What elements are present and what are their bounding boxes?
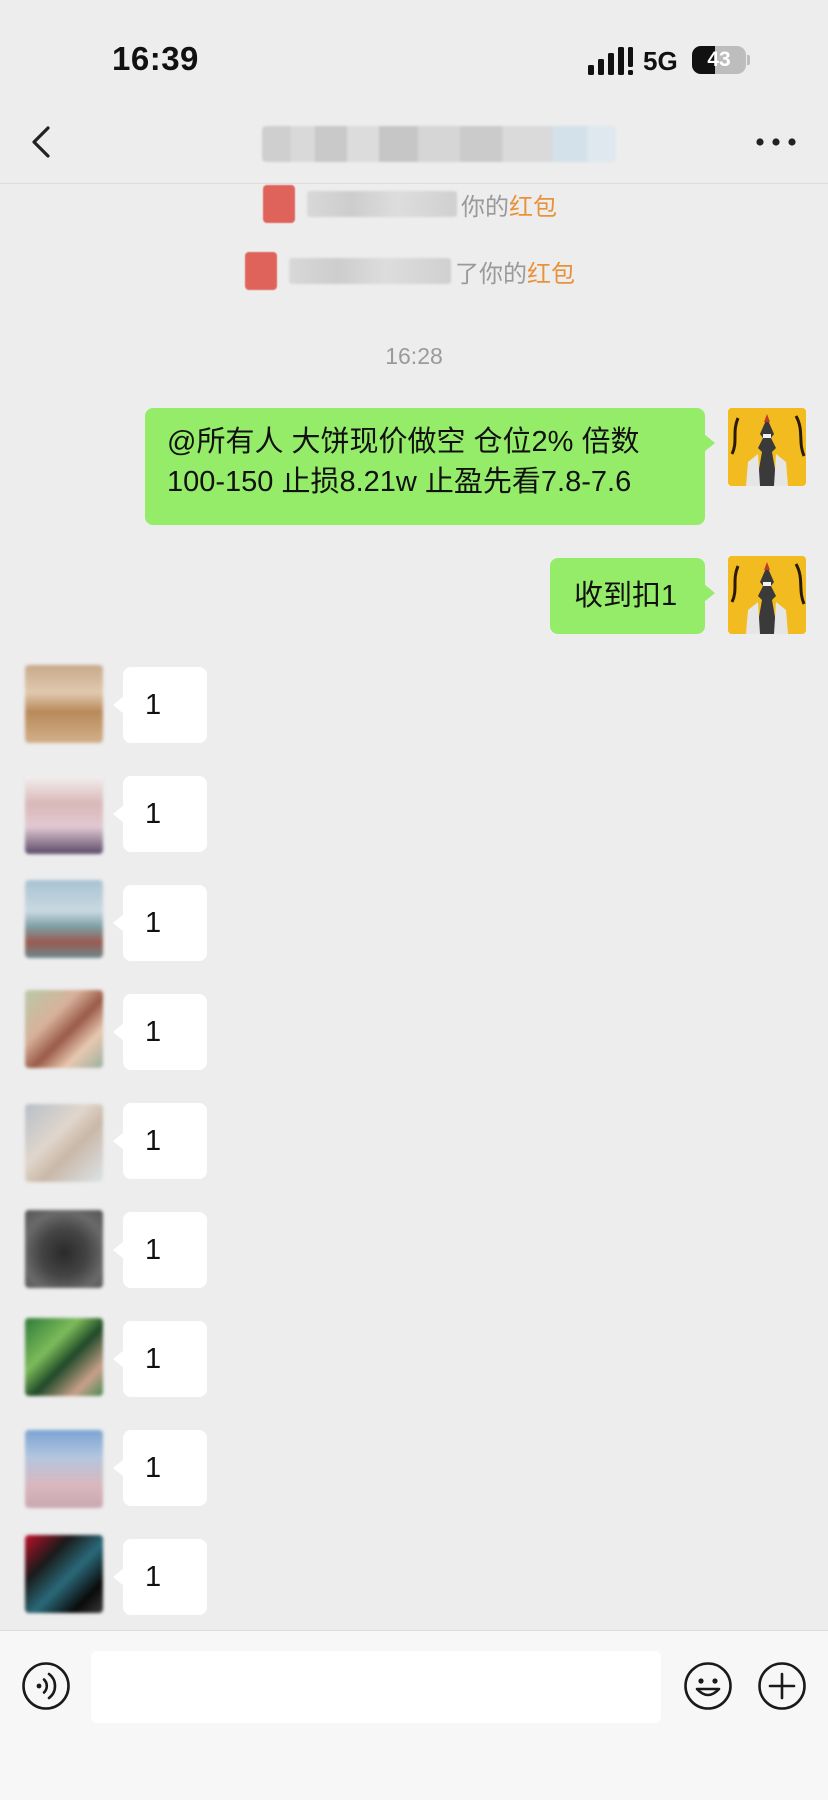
input-bar xyxy=(0,1630,828,1800)
battery-level: 43 xyxy=(707,48,731,71)
more-dots-icon[interactable] xyxy=(752,122,800,162)
my-avatar[interactable] xyxy=(728,556,806,634)
member-avatar[interactable] xyxy=(25,665,103,743)
message-text: 1 xyxy=(145,689,162,721)
message-text: 1 xyxy=(145,1234,162,1266)
message-text: 1 xyxy=(145,798,162,830)
message-input[interactable] xyxy=(91,1651,661,1723)
emoji-icon[interactable] xyxy=(683,1661,733,1711)
member-avatar[interactable] xyxy=(25,1535,103,1613)
time-divider: 16:28 xyxy=(385,343,443,369)
incoming-message[interactable]: 1 xyxy=(113,776,207,852)
chevron-left-icon[interactable] xyxy=(22,120,62,164)
message-line: 100-150 止损8.21w 止盈先看7.8-7.6 xyxy=(167,466,632,498)
plus-icon[interactable] xyxy=(757,1661,807,1711)
outgoing-message[interactable]: @所有人 大饼现价做空 仓位2% 倍数 100-150 止损8.21w 止盈先看… xyxy=(145,408,715,525)
voice-icon[interactable] xyxy=(21,1661,71,1711)
my-avatar-image xyxy=(728,408,806,486)
member-avatar[interactable] xyxy=(25,990,103,1068)
red-packet-link[interactable]: 红包 xyxy=(527,254,575,289)
my-avatar-image xyxy=(728,556,806,634)
member-avatar[interactable] xyxy=(25,1210,103,1288)
notice-text: 你的 xyxy=(461,193,509,221)
red-packet-link[interactable]: 红包 xyxy=(509,187,557,222)
incoming-message[interactable]: 1 xyxy=(113,994,207,1070)
member-avatar[interactable] xyxy=(25,1430,103,1508)
message-text: 1 xyxy=(145,1452,162,1484)
member-avatar[interactable] xyxy=(25,1104,103,1182)
incoming-message[interactable]: 1 xyxy=(113,1539,207,1615)
network-type: 5G xyxy=(643,46,678,76)
message-text: 1 xyxy=(145,1125,162,1157)
battery-icon: 43 xyxy=(692,46,750,74)
incoming-message[interactable]: 1 xyxy=(113,1212,207,1288)
red-packet-icon xyxy=(245,252,277,290)
incoming-message[interactable]: 1 xyxy=(113,1321,207,1397)
cellular-signal-icon xyxy=(588,47,633,75)
incoming-message[interactable]: 1 xyxy=(113,885,207,961)
red-packet-notice: 你的 红包 xyxy=(263,184,557,224)
message-line: @所有人 大饼现价做空 仓位2% 倍数 xyxy=(167,426,640,458)
message-text: 1 xyxy=(145,907,162,939)
member-avatar[interactable] xyxy=(25,776,103,854)
my-avatar[interactable] xyxy=(728,408,806,486)
message-text: 1 xyxy=(145,1016,162,1048)
chat-header xyxy=(0,100,828,184)
message-text: 1 xyxy=(145,1343,162,1375)
incoming-message[interactable]: 1 xyxy=(113,667,207,743)
message-line: 收到扣1 xyxy=(574,580,678,612)
blurred-sender-name xyxy=(289,258,451,284)
member-avatar[interactable] xyxy=(25,1318,103,1396)
message-text: 1 xyxy=(145,1561,162,1593)
status-time: 16:39 xyxy=(112,40,199,77)
member-avatar[interactable] xyxy=(25,880,103,958)
outgoing-message[interactable]: 收到扣1 xyxy=(550,558,715,634)
chat-title xyxy=(262,126,616,162)
blurred-sender-name xyxy=(307,191,457,217)
incoming-message[interactable]: 1 xyxy=(113,1103,207,1179)
incoming-message[interactable]: 1 xyxy=(113,1430,207,1506)
notice-text: 了你的 xyxy=(455,260,527,288)
red-packet-icon xyxy=(263,185,295,223)
status-bar: 16:39 5G 43 xyxy=(0,0,828,100)
red-packet-notice: 了你的 红包 xyxy=(245,251,575,291)
